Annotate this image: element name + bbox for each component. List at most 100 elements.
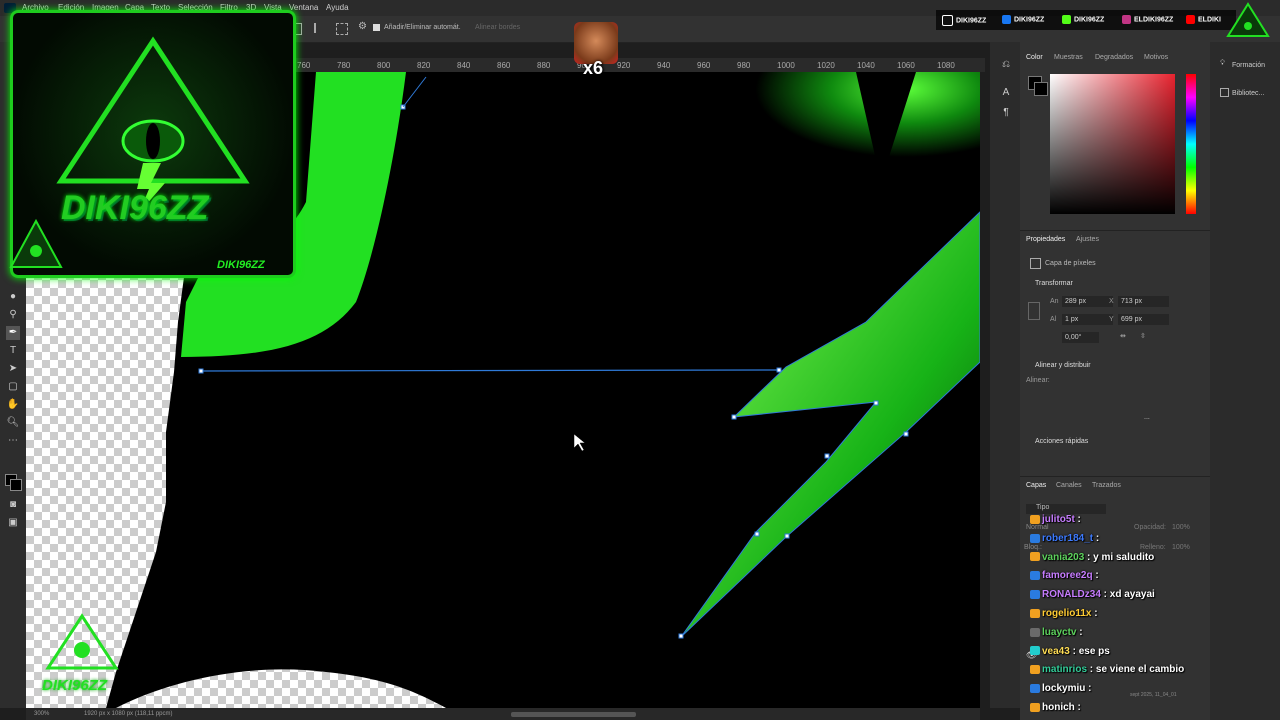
chat-text: ese ps xyxy=(1078,645,1110,657)
chat-separator: : xyxy=(1085,683,1092,695)
chat-badge-icon xyxy=(1030,608,1040,618)
chat-badge-icon xyxy=(1030,627,1040,637)
chat-username: vania203 xyxy=(1042,551,1085,563)
chat-username: lockymiu xyxy=(1042,683,1086,695)
document-size: 1920 px x 1080 px (118,11 ppcm) xyxy=(84,711,173,717)
pixel-layer-icon xyxy=(1030,258,1041,269)
menu-ventana[interactable]: Ventana xyxy=(289,3,318,12)
anchor-point[interactable] xyxy=(754,531,760,537)
chat-text: se viene el cambio xyxy=(1095,664,1185,676)
history-icon[interactable]: ⎌ xyxy=(999,58,1013,72)
path-selection-icon[interactable]: ➤ xyxy=(6,362,20,376)
flip-vertical-icon[interactable]: ⇳ xyxy=(1140,332,1146,340)
chat-username: rober184_t xyxy=(1042,532,1094,544)
tab-propiedades[interactable]: Propiedades xyxy=(1026,236,1065,243)
tab-capas[interactable]: Capas xyxy=(1026,482,1046,489)
streamer-logo-overlay: DIKI96ZZ DIKI96ZZ xyxy=(9,10,296,278)
width-label: An xyxy=(1050,298,1059,305)
height-field[interactable]: 1 px xyxy=(1062,314,1113,325)
width-field[interactable]: 289 px xyxy=(1062,296,1113,307)
path-arrange-icon[interactable] xyxy=(336,23,348,35)
learn-icon[interactable]: 💡︎ xyxy=(1220,60,1225,68)
anchor-point[interactable] xyxy=(678,633,684,639)
social-label: DIKI96ZZ xyxy=(1014,16,1045,24)
x-field[interactable]: 713 px xyxy=(1118,296,1169,307)
tab-degradados[interactable]: Degradados xyxy=(1095,54,1133,61)
ruler-tick-label: 960 xyxy=(697,61,711,70)
chat-badge-icon xyxy=(1030,646,1040,656)
link-icon[interactable] xyxy=(1028,302,1040,320)
dodge-tool-icon[interactable]: ⚲ xyxy=(6,308,20,322)
quick-mask-icon[interactable]: ◙ xyxy=(6,498,20,512)
align-label: Alinear: xyxy=(1026,377,1050,384)
formacion-label[interactable]: Formación xyxy=(1232,62,1265,69)
chat-badge-icon xyxy=(1030,590,1040,600)
zoom-level[interactable]: 300% xyxy=(34,711,49,717)
horizontal-scrollbar[interactable] xyxy=(511,712,636,717)
anchor-point[interactable] xyxy=(903,431,909,437)
gear-icon[interactable]: ⚙ xyxy=(358,21,367,32)
angle-field[interactable]: 0,00° xyxy=(1062,332,1099,343)
menu-ayuda[interactable]: Ayuda xyxy=(326,3,349,12)
anchor-point[interactable] xyxy=(731,414,737,420)
color-field[interactable] xyxy=(1050,74,1175,214)
align-edges-label[interactable]: Alinear bordes xyxy=(475,24,520,31)
chat-message: honich : xyxy=(1030,702,1081,718)
anchor-point[interactable] xyxy=(784,533,790,539)
tab-canales[interactable]: Canales xyxy=(1056,482,1082,489)
anchor-point[interactable] xyxy=(873,400,879,406)
demon-corner-icon xyxy=(1226,2,1270,37)
shape-tool-icon[interactable]: ▢ xyxy=(6,380,20,394)
chat-username: honich xyxy=(1042,702,1075,713)
tab-trazados[interactable]: Trazados xyxy=(1092,482,1121,489)
chat-message: RONALDz34 : xd ayayai xyxy=(1030,589,1155,605)
tab-ajustes[interactable]: Ajustes xyxy=(1076,236,1099,243)
anchor-point[interactable] xyxy=(824,453,830,459)
align-title[interactable]: Alinear y distribuir xyxy=(1035,362,1091,369)
screen-mode-icon[interactable]: ▣ xyxy=(6,516,20,530)
tab-motivos[interactable]: Motivos xyxy=(1144,54,1168,61)
flip-horizontal-icon[interactable]: ⇹ xyxy=(1120,332,1126,340)
paragraph-icon[interactable]: ¶ xyxy=(999,106,1013,120)
blur-tool-icon[interactable]: ● xyxy=(6,290,20,304)
anchor-point[interactable] xyxy=(198,368,204,374)
more-align-icon[interactable]: ... xyxy=(1144,414,1150,421)
path-align-icon[interactable] xyxy=(314,23,326,33)
chat-badge-icon xyxy=(1030,571,1040,581)
color-swatch-bg[interactable] xyxy=(1034,82,1048,96)
libraries-icon[interactable] xyxy=(1220,88,1229,97)
youtube-icon xyxy=(1186,15,1195,24)
bibliotecas-label[interactable]: Bibliotec... xyxy=(1232,90,1264,97)
ruler-tick-label: 920 xyxy=(617,61,631,70)
x-label: X xyxy=(1109,298,1114,305)
character-icon[interactable]: A xyxy=(999,86,1013,100)
demon-mask-icon xyxy=(9,218,63,268)
instagram-icon xyxy=(1122,15,1131,24)
layers-filter[interactable]: Tipo xyxy=(1026,504,1106,514)
tab-color[interactable]: Color xyxy=(1026,54,1043,61)
mini-logo: DIKI96ZZ xyxy=(42,612,122,694)
auto-add-label: Añadir/Eliminar automát. xyxy=(384,24,461,31)
chat-message: matinrios : se viene el cambio xyxy=(1030,664,1184,680)
transform-title[interactable]: Transformar xyxy=(1035,280,1073,287)
kick-icon xyxy=(1062,15,1071,24)
tiktok-icon xyxy=(942,15,953,26)
auto-add-checkbox[interactable] xyxy=(373,24,380,31)
zoom-tool-icon[interactable]: 🔍︎ xyxy=(6,416,20,430)
chat-separator: : xyxy=(1084,551,1094,563)
y-field[interactable]: 699 px xyxy=(1118,314,1169,325)
more-tools-icon[interactable]: ⋯ xyxy=(6,434,20,448)
chat-badge-icon xyxy=(1030,702,1040,712)
chat-username: vea43 xyxy=(1042,645,1070,657)
background-color-swatch[interactable] xyxy=(10,479,22,491)
ruler-tick-label: 860 xyxy=(497,61,511,70)
type-tool-icon[interactable]: T xyxy=(6,344,20,358)
hue-slider[interactable] xyxy=(1186,74,1196,214)
quick-actions-title[interactable]: Acciones rápidas xyxy=(1035,438,1088,445)
tab-muestras[interactable]: Muestras xyxy=(1054,54,1083,61)
pen-tool-icon[interactable]: ✒ xyxy=(6,326,20,340)
chat-badge-icon xyxy=(1030,684,1040,694)
hand-tool-icon[interactable]: ✋ xyxy=(6,398,20,412)
horizontal-ruler: 760 780 800 820 840 860 880 900 920 940 960 980 1000… xyxy=(295,58,985,72)
anchor-point[interactable] xyxy=(776,367,782,373)
